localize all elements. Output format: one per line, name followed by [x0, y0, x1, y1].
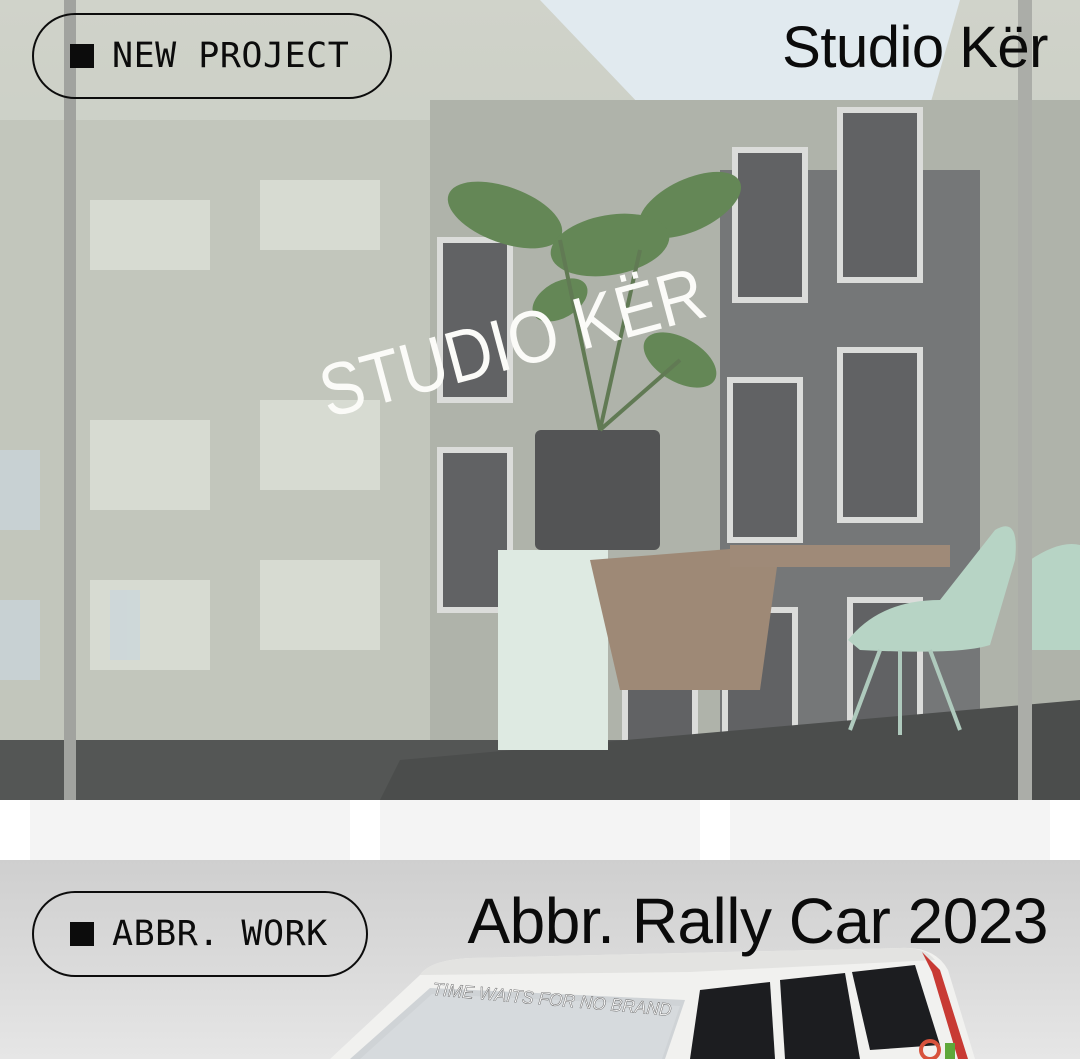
divider-segment: [30, 800, 350, 860]
square-bullet-icon: [70, 922, 94, 946]
project-title[interactable]: Abbr. Rally Car 2023: [467, 884, 1048, 958]
card-divider: [0, 800, 1080, 860]
hero-card[interactable]: STUDIO KËR NEW PROJECT Studio Kër: [0, 0, 1080, 800]
divider-segment: [730, 800, 1050, 860]
new-project-button[interactable]: NEW PROJECT: [32, 13, 392, 99]
divider-segment: [380, 800, 700, 860]
abbr-work-label: ABBR. WORK: [112, 914, 328, 954]
square-bullet-icon: [70, 44, 94, 68]
new-project-label: NEW PROJECT: [112, 36, 350, 76]
storefront-photo: STUDIO KËR: [0, 0, 1080, 800]
abbr-work-button[interactable]: ABBR. WORK: [32, 891, 368, 977]
project-card[interactable]: TIME WAITS FOR NO BRAND ABBR. WORK Abbr.…: [0, 860, 1080, 1059]
brand-title[interactable]: Studio Kër: [782, 14, 1048, 81]
